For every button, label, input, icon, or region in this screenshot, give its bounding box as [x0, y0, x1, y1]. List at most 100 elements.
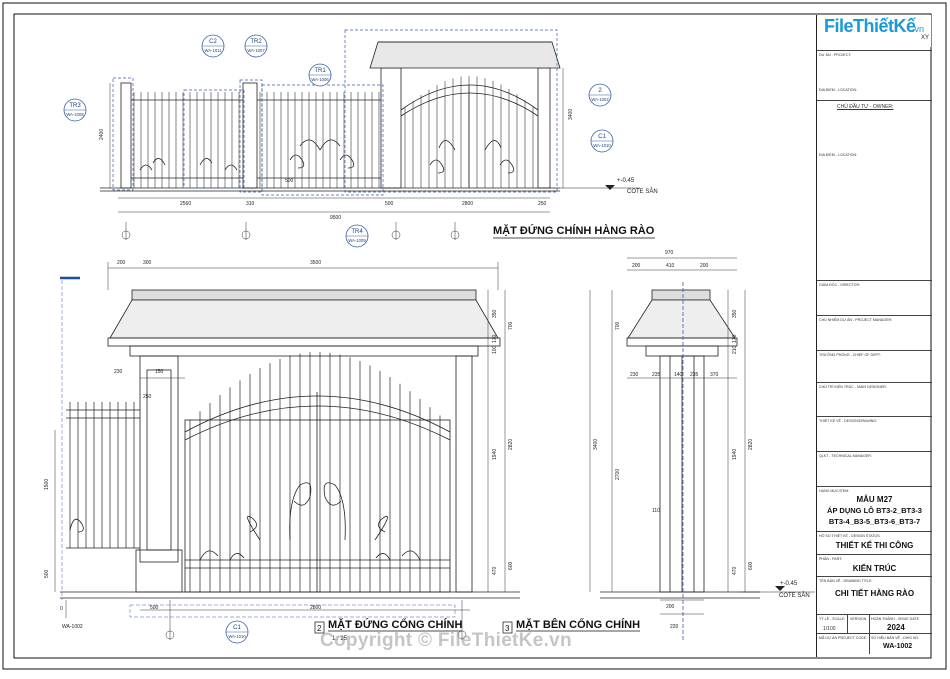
- sdim-370: 370: [710, 372, 719, 378]
- sdim-200a: 200: [632, 263, 641, 269]
- gdim-500v: 500: [44, 569, 50, 578]
- sdim-700: 700: [615, 321, 621, 330]
- cote-top: COTE SÂN: [627, 188, 658, 195]
- sdim-1940: 1940: [732, 449, 738, 460]
- tb-item-lbl: HẠNG MỤC/ITEM:: [819, 489, 850, 493]
- tb-status: THIẾT KẾ THI CÔNG: [835, 541, 914, 550]
- sdim-220: 220: [670, 624, 679, 630]
- tb-row-project: DỰ ÁN - PROJECT:: [817, 50, 932, 57]
- sdim-600: 600: [748, 561, 754, 570]
- tb-title-lbl: TÊN BẢN VẼ - DRAWING TITLE:: [819, 579, 873, 583]
- gdim-150: 150: [155, 369, 164, 375]
- sdim-235a: 235: [652, 372, 661, 378]
- tb-dwgno-lbl: SỐ HIỆU BẢN VẼ - DWG NO.: [871, 636, 920, 640]
- tb-row-item: HẠNG MỤC/ITEM: MẪU M27 ÁP DỤNG LÔ BT3-2_…: [817, 486, 932, 526]
- tag-id: TR4: [351, 229, 363, 235]
- sdim-410: 410: [666, 263, 675, 269]
- gdim-3500: 3500: [310, 260, 321, 266]
- fence-drawing: 2560 310 500 2800 250 9500 2400 3400 500…: [2, 2, 947, 670]
- tb-location2: ĐỊA ĐIỂM - LOCATION:: [819, 153, 858, 157]
- gdim-1500: 1500: [44, 479, 50, 490]
- tb-part: KIẾN TRÚC: [852, 564, 897, 573]
- tb-scale: 1/100: [823, 626, 836, 632]
- level-top: +-0.45: [617, 178, 635, 184]
- tb-row-chief: TRƯỞNG PHÒNG - CHIEF OF DEPT:: [817, 350, 932, 357]
- tag-ref: WA-1009: [348, 238, 366, 243]
- callout-tag: TR4 WA-1009: [345, 224, 369, 248]
- callout-tag: TR1 WA-1006: [308, 63, 332, 87]
- callout-tag: C1 WA-1010: [590, 129, 614, 153]
- tb-row-part: PHẦN - PART: KIẾN TRÚC: [817, 554, 932, 573]
- tag-id: TR2: [250, 39, 262, 45]
- sdim-470: 470: [732, 566, 738, 575]
- dim-500b: 500: [285, 178, 294, 184]
- gdim-700: 700: [508, 321, 514, 330]
- dim-3400: 3400: [568, 109, 574, 120]
- dim-250: 250: [538, 201, 547, 207]
- tb-row-title: TÊN BẢN VẼ - DRAWING TITLE: CHI TIẾT HÀN…: [817, 576, 932, 598]
- tb-status-lbl: HỒ SƠ THIẾT KẾ - DESIGN STATUS:: [819, 534, 881, 538]
- dim-310: 310: [246, 201, 255, 207]
- tag-ref: WA-1002: [591, 97, 609, 102]
- sdim-170: 170: [732, 334, 738, 343]
- sdim-2700: 2700: [615, 469, 621, 480]
- title-main-elevation: MẶT ĐỨNG CHÍNH HÀNG RÀO: [493, 224, 655, 237]
- gdim-300: 300: [143, 260, 152, 266]
- sdim-210: 210: [732, 345, 738, 354]
- top-dim-text: 2560 310 500 2800 250 9500 2400 3400 500: [99, 109, 574, 221]
- tb-code-lbl: MÃ DỰ ÁN PROJECT CODE: [819, 636, 867, 640]
- callout-tag: TR2 WA-1007: [244, 34, 268, 58]
- level-side: +-0.45: [780, 581, 798, 587]
- tb-row-designer: CHỦ TRÌ KIẾN TRÚC - MAIN DESIGNER:: [817, 382, 932, 389]
- tag-ref: WA-1010: [593, 143, 611, 148]
- title-block: DỰ ÁN - PROJECT: ĐỊA ĐIỂM - LOCATION: CH…: [816, 15, 932, 657]
- tb-dwgno: WA-1002: [883, 643, 913, 650]
- tag-ref: WA-1008: [66, 112, 84, 117]
- tag-id: C2: [209, 39, 217, 45]
- tb-drawing: THIẾT KẾ VẼ - DESIGN/DRAWING:: [819, 419, 878, 423]
- dim-2800: 2800: [462, 201, 473, 207]
- gdim-600: 600: [508, 561, 514, 570]
- tag-ref: WA-1007: [247, 48, 265, 53]
- callout-tag: TR3 WA-1008: [63, 98, 87, 122]
- gdim-2800: 2800: [310, 605, 321, 611]
- tb-row-scale: TỶ LỆ - SCALE: VERSION HOÀN THÀNH - ISSU…: [817, 614, 932, 654]
- dim-2400: 2400: [99, 129, 105, 140]
- tb-date: 2024: [887, 623, 905, 632]
- tag-ref: WA-1010: [228, 634, 246, 639]
- gdim-100: 100: [492, 345, 498, 354]
- mark-ref: WA-1002: [62, 624, 83, 630]
- callout-tag: C1 WA-1010: [225, 620, 249, 644]
- cote-side: COTE SÂN: [779, 592, 810, 599]
- gdim-350: 350: [492, 309, 498, 318]
- copyright-watermark: Copyright © FileThietKe.vn: [320, 630, 572, 651]
- tb-row-director: GIÁM ĐỐC - DIRECTOR:: [817, 280, 932, 287]
- gate-bars: [69, 352, 441, 592]
- gdim-170: 170: [492, 334, 498, 343]
- dim-2560: 2560: [180, 201, 191, 207]
- tb-version-lbl: VERSION: [850, 617, 867, 621]
- sdim-235b: 235: [690, 372, 699, 378]
- drawing-sheet: 2560 310 500 2800 250 9500 2400 3400 500…: [0, 0, 950, 674]
- level-marker-side: +-0.45 COTE SÂN: [740, 581, 815, 599]
- tb-item1: MẪU M27: [856, 495, 893, 504]
- callout-tag: 2WA-1002: [588, 83, 612, 107]
- gdim-500: 500: [150, 605, 159, 611]
- tag-id: C1: [233, 625, 241, 631]
- gdim-250: 250: [143, 394, 152, 400]
- tb-scale-lbl: TỶ LỆ - SCALE:: [819, 617, 845, 621]
- gdim-200: 200: [117, 260, 126, 266]
- tb-item3: BT3-4_B3-5_BT3-6_BT3-7: [828, 517, 921, 526]
- tb-item2: ÁP DỤNG LÔ BT3-2_BT3-3: [827, 506, 922, 515]
- gdim-470: 470: [492, 566, 498, 575]
- sdim-200c: 200: [666, 604, 675, 610]
- tag-ref: WA-1006: [311, 77, 329, 82]
- callout-tags: C2 WA-1011 TR2 WA-1007 TR3 WA-1008 TR1 WA-1006 2…: [63, 34, 614, 644]
- gdim-1940: 1940: [492, 449, 498, 460]
- sdim-230: 230: [630, 372, 639, 378]
- tb-title: CHI TIẾT HÀNG RÀO: [834, 589, 915, 598]
- tb-row-status: HỒ SƠ THIẾT KẾ - DESIGN STATUS: THIẾT KẾ…: [817, 531, 932, 550]
- tb-row-owner: CHỦ ĐẦU TƯ - OWNER:: [817, 100, 932, 110]
- sdim-2820: 2820: [748, 439, 754, 450]
- sdim-3400: 3400: [593, 439, 599, 450]
